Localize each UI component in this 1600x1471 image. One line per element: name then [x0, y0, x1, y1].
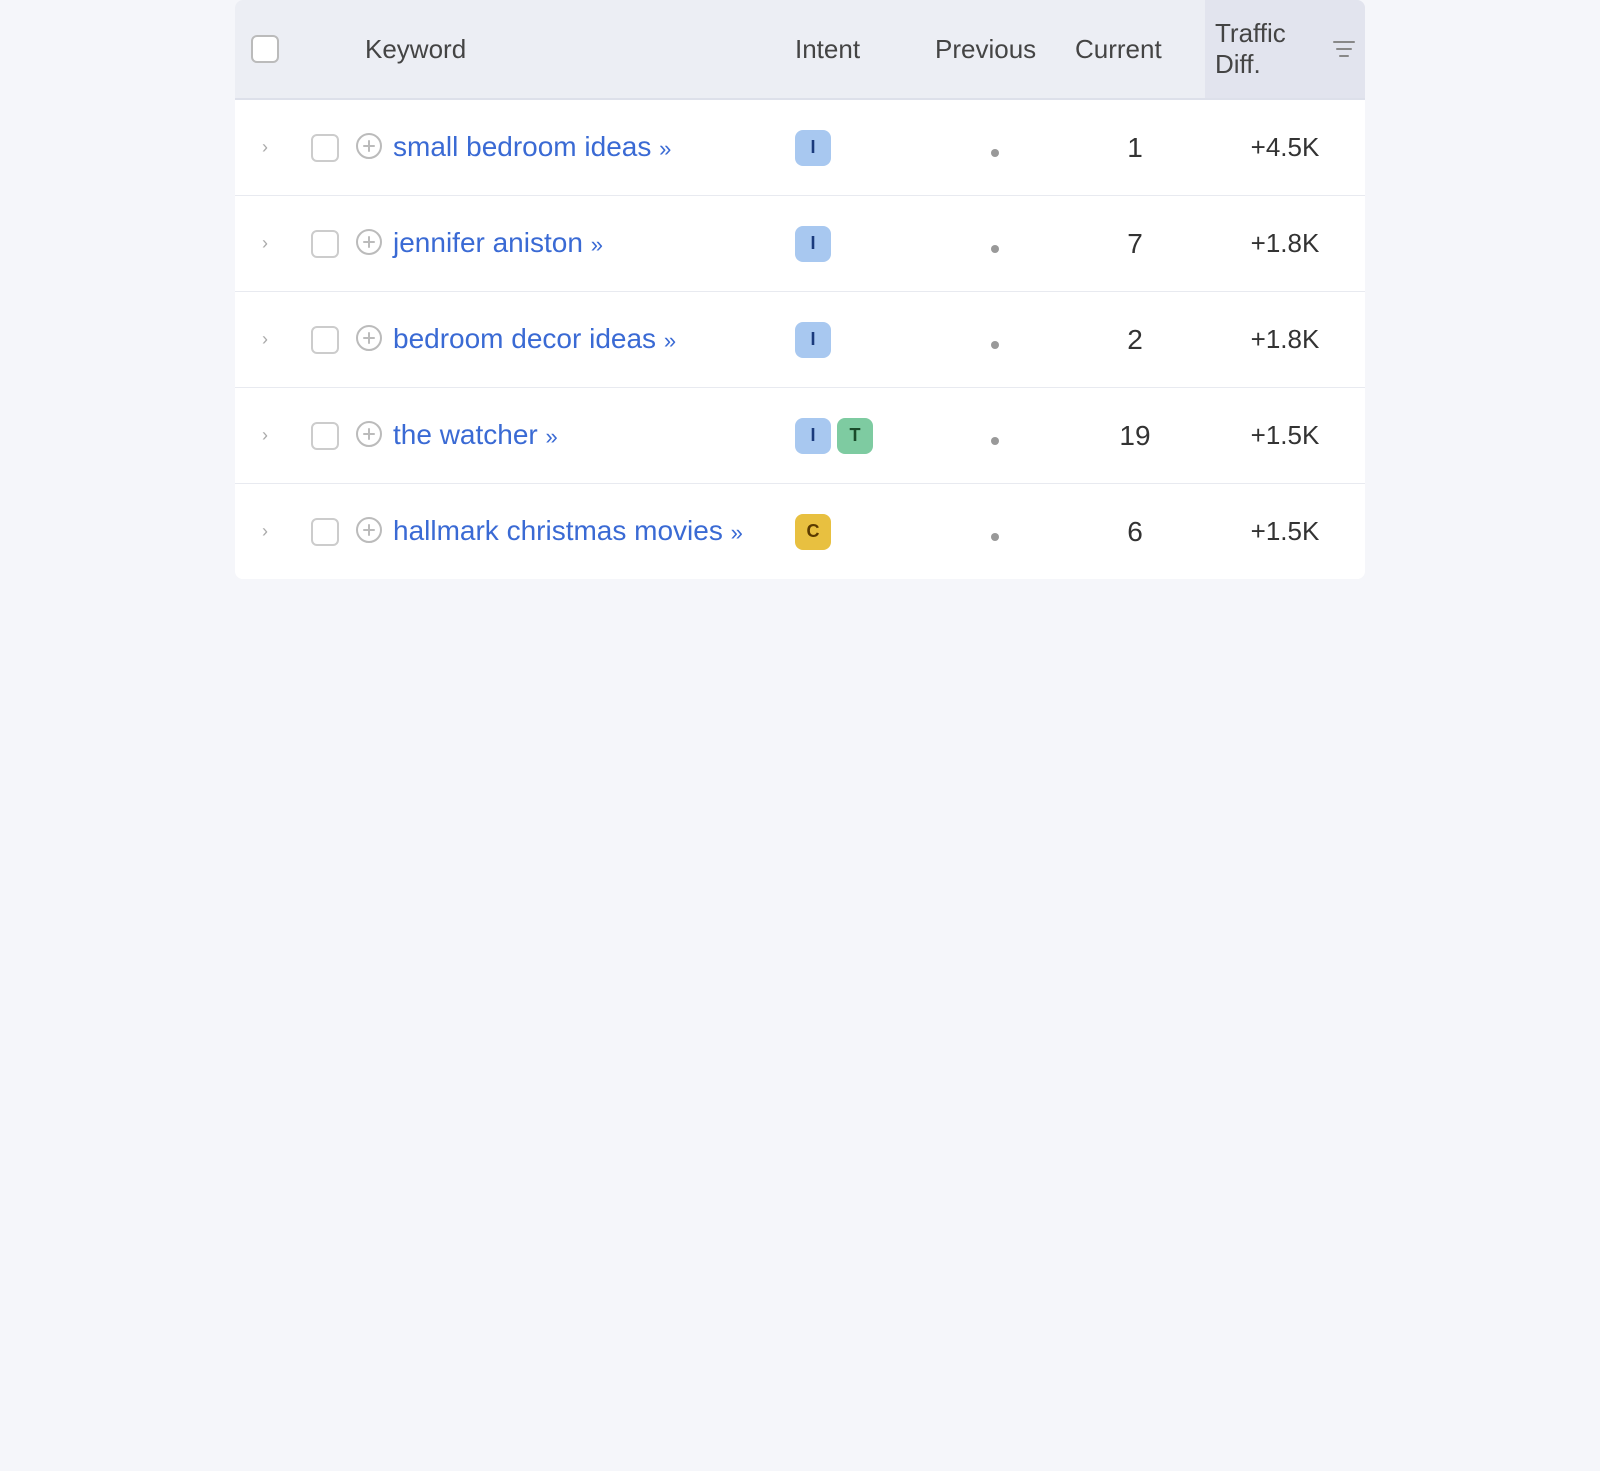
add-keyword-icon[interactable] [355, 132, 383, 167]
previous-dot [991, 533, 999, 541]
current-cell: 7 [1065, 228, 1205, 260]
row-select-checkbox[interactable] [311, 230, 339, 258]
row-expand-chevron[interactable]: › [235, 521, 295, 542]
keyword-navigate-icon: » [591, 232, 603, 257]
filter-icon[interactable] [1333, 34, 1355, 65]
intent-badge-i: I [795, 418, 831, 454]
keyword-navigate-icon: » [546, 424, 558, 449]
row-select-checkbox[interactable] [311, 518, 339, 546]
row-checkbox-cell [295, 518, 355, 546]
row-expand-chevron[interactable]: › [235, 137, 295, 158]
table-row: › bedroom decor ideas » I 2 +1.8K [235, 292, 1365, 388]
add-keyword-icon[interactable] [355, 420, 383, 455]
previous-dot [991, 341, 999, 349]
row-select-checkbox[interactable] [311, 326, 339, 354]
traffic-diff-cell: +4.5K [1205, 132, 1365, 163]
intent-badge-i: I [795, 322, 831, 358]
intent-cell: I T [785, 418, 925, 454]
previous-cell [925, 132, 1065, 164]
row-checkbox-cell [295, 134, 355, 162]
add-keyword-icon[interactable] [355, 516, 383, 551]
intent-cell: I [785, 226, 925, 262]
row-select-checkbox[interactable] [311, 134, 339, 162]
previous-cell [925, 324, 1065, 356]
previous-dot [991, 149, 999, 157]
row-expand-chevron[interactable]: › [235, 233, 295, 254]
traffic-diff-cell: +1.5K [1205, 516, 1365, 547]
add-keyword-icon[interactable] [355, 324, 383, 359]
keyword-navigate-icon: » [731, 520, 743, 545]
keyword-cell: bedroom decor ideas » [355, 320, 785, 359]
row-checkbox-cell [295, 326, 355, 354]
previous-cell [925, 228, 1065, 260]
row-expand-chevron[interactable]: › [235, 329, 295, 350]
keyword-navigate-icon: » [664, 328, 676, 353]
previous-dot [991, 437, 999, 445]
table-header: Keyword Intent Previous Current Traffic … [235, 0, 1365, 100]
add-keyword-icon[interactable] [355, 228, 383, 263]
intent-cell: I [785, 322, 925, 358]
traffic-diff-column-header: Traffic Diff. [1205, 0, 1365, 98]
header-checkbox-cell [235, 35, 295, 63]
row-expand-chevron[interactable]: › [235, 425, 295, 446]
chevron-right-icon: › [262, 233, 268, 254]
keyword-column-header: Keyword [355, 34, 785, 65]
keyword-cell: the watcher » [355, 416, 785, 455]
current-cell: 19 [1065, 420, 1205, 452]
intent-badge-c: C [795, 514, 831, 550]
previous-cell [925, 420, 1065, 452]
previous-cell [925, 516, 1065, 548]
intent-cell: C [785, 514, 925, 550]
traffic-diff-label: Traffic Diff. [1215, 18, 1323, 80]
chevron-right-icon: › [262, 137, 268, 158]
current-cell: 6 [1065, 516, 1205, 548]
current-column-header: Current [1065, 34, 1205, 65]
current-cell: 2 [1065, 324, 1205, 356]
chevron-right-icon: › [262, 425, 268, 446]
table-row: › jennifer aniston » I 7 +1.8K [235, 196, 1365, 292]
keyword-link[interactable]: the watcher » [393, 416, 558, 454]
chevron-right-icon: › [262, 521, 268, 542]
keyword-table: Keyword Intent Previous Current Traffic … [235, 0, 1365, 579]
traffic-diff-cell: +1.8K [1205, 228, 1365, 259]
traffic-diff-cell: +1.5K [1205, 420, 1365, 451]
keyword-link[interactable]: small bedroom ideas » [393, 128, 671, 166]
current-cell: 1 [1065, 132, 1205, 164]
keyword-link[interactable]: hallmark christmas movies » [393, 512, 743, 550]
keyword-cell: small bedroom ideas » [355, 128, 785, 167]
keyword-link[interactable]: jennifer aniston » [393, 224, 603, 262]
keyword-cell: hallmark christmas movies » [355, 512, 785, 551]
previous-column-header: Previous [925, 34, 1065, 65]
intent-cell: I [785, 130, 925, 166]
table-row: › the watcher » I T 19 +1.5K [235, 388, 1365, 484]
intent-badge-i: I [795, 226, 831, 262]
keyword-cell: jennifer aniston » [355, 224, 785, 263]
intent-column-header: Intent [785, 34, 925, 65]
keyword-link[interactable]: bedroom decor ideas » [393, 320, 676, 358]
previous-dot [991, 245, 999, 253]
header-select-all-checkbox[interactable] [251, 35, 279, 63]
intent-badge-i: I [795, 130, 831, 166]
table-row: › hallmark christmas movies » C 6 +1.5K [235, 484, 1365, 579]
chevron-right-icon: › [262, 329, 268, 350]
keyword-navigate-icon: » [659, 136, 671, 161]
row-checkbox-cell [295, 422, 355, 450]
row-checkbox-cell [295, 230, 355, 258]
table-row: › small bedroom ideas » I 1 +4.5K [235, 100, 1365, 196]
traffic-diff-cell: +1.8K [1205, 324, 1365, 355]
row-select-checkbox[interactable] [311, 422, 339, 450]
intent-badge-t: T [837, 418, 873, 454]
